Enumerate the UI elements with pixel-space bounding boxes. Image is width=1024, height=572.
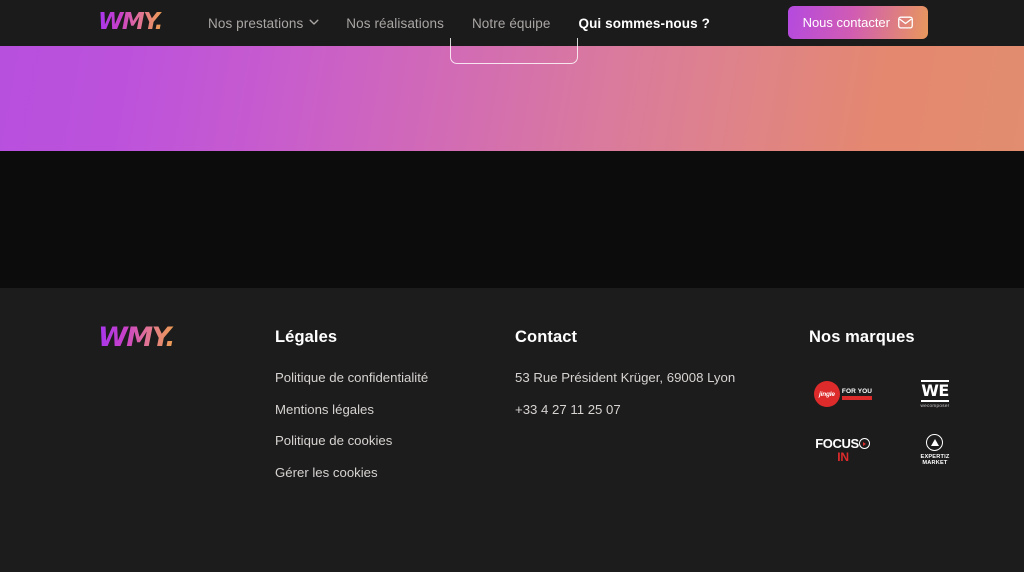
nav-item-qui-sommes-nous[interactable]: Qui sommes-nous ? (578, 16, 709, 31)
nous-contacter-button[interactable]: Nous contacter (787, 6, 928, 39)
footer-link-politique-confidentialite[interactable]: Politique de confidentialité (275, 371, 428, 384)
footer-column-contact: Contact 53 Rue Président Krüger, 69008 L… (515, 328, 735, 435)
header-logo[interactable]: WMY. (98, 9, 163, 35)
play-circle-icon (859, 438, 871, 449)
mail-icon (898, 16, 913, 29)
nav-item-label: Notre équipe (471, 15, 551, 31)
nav-item-label: Qui sommes-nous ? (578, 15, 710, 31)
brand-logo-expertiz-market[interactable]: EXPERTIZ MARKET (901, 427, 969, 473)
jingle-for-you-text: FOR YOU (841, 388, 873, 395)
footer-link-mentions-legales[interactable]: Mentions légales (275, 403, 428, 416)
footer-address: 53 Rue Président Krüger, 69008 Lyon (515, 370, 736, 385)
footer-column-title: Légales (275, 328, 338, 346)
nav-item-label: Nos prestations (208, 15, 304, 31)
wecomposer-text: wecomposer (920, 403, 950, 409)
focus-text: FOCUS (815, 436, 859, 451)
footer-link-politique-cookies[interactable]: Politique de cookies (275, 434, 428, 447)
brand-logo-grid: jingle FOR YOU WE wecomposer FOCUS IN EX… (809, 371, 969, 473)
footer-phone[interactable]: +33 4 27 11 25 07 (515, 403, 735, 416)
jingle-badge-text: jingle (813, 381, 840, 407)
page-root: WMY. Nos prestations Nos réalisations No… (0, 0, 1024, 572)
nav-item-nos-realisations[interactable]: Nos réalisations (346, 16, 444, 31)
footer-logo[interactable]: WMY. (98, 322, 176, 353)
jingle-accent-bar (841, 396, 873, 400)
brand-logo-jingle-for-you[interactable]: jingle FOR YOU (809, 371, 877, 417)
nav-item-notre-equipe[interactable]: Notre équipe (472, 16, 551, 31)
footer-column-title: Contact (515, 328, 578, 346)
chevron-down-icon (309, 17, 319, 26)
we-text: WE (921, 379, 949, 402)
hero-outlined-pill[interactable] (450, 38, 578, 64)
mountain-circle-icon (926, 434, 944, 451)
nav-item-label: Nos réalisations (346, 15, 444, 31)
footer-logo-text: WMY. (98, 322, 176, 353)
brand-logo-we-composer[interactable]: WE wecomposer (901, 371, 969, 417)
cta-label: Nous contacter (802, 15, 890, 30)
in-text: IN (837, 450, 849, 464)
market-text: MARKET (922, 460, 948, 466)
brand-logo-focus-in[interactable]: FOCUS IN (809, 427, 877, 473)
footer-link-gerer-cookies[interactable]: Gérer les cookies (275, 466, 428, 479)
nav-item-nos-prestations[interactable]: Nos prestations (208, 15, 319, 31)
page-dark-section (0, 151, 1024, 288)
footer-column-title: Nos marques (809, 328, 915, 346)
logo-text: WMY. (98, 9, 163, 35)
footer-column-marques: Nos marques jingle FOR YOU WE wecomposer… (809, 328, 969, 473)
footer-column-legales: Légales Politique de confidentialité Men… (275, 328, 428, 479)
site-footer: WMY. Légales Politique de confidentialit… (0, 288, 1024, 572)
